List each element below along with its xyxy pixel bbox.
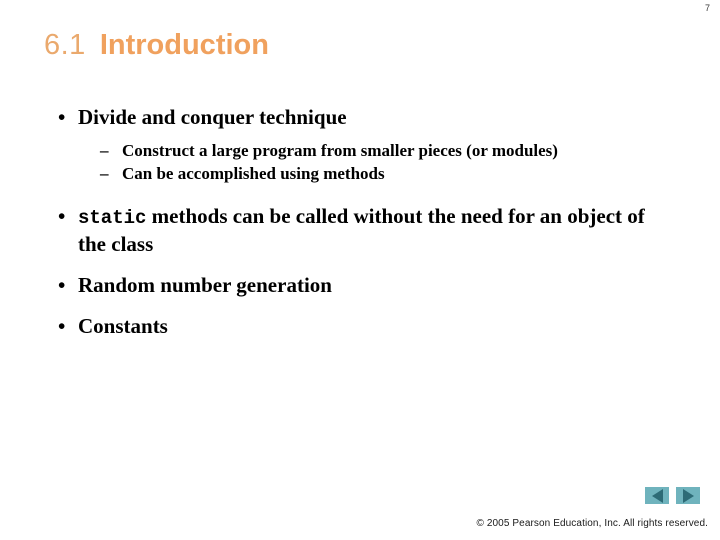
bullet-text: Constants <box>78 314 168 339</box>
bullet-item: – Construct a large program from smaller… <box>0 140 720 162</box>
previous-slide-button[interactable] <box>645 487 669 504</box>
slide-navigation <box>645 487 700 504</box>
triangle-right-icon <box>682 488 694 503</box>
bullet-marker-icon: • <box>58 204 66 229</box>
bullet-marker-icon: • <box>58 273 66 298</box>
bullet-item: • Divide and conquer technique <box>0 104 720 131</box>
code-keyword: static <box>78 207 147 230</box>
slide-title: 6.1 Introduction <box>44 29 269 62</box>
page-number: 7 <box>704 3 710 13</box>
bullet-item: • Random number generation <box>0 272 720 299</box>
title-heading-text: Introduction <box>99 29 269 61</box>
slide-body: • Divide and conquer technique – Constru… <box>0 104 720 341</box>
bullet-marker-icon: • <box>58 314 66 339</box>
dash-marker-icon: – <box>100 163 109 183</box>
bullet-text: Can be accomplished using methods <box>122 163 385 183</box>
dash-marker-icon: – <box>100 141 109 161</box>
bullet-text: Construct a large program from smaller p… <box>122 141 558 161</box>
bullet-text: Divide and conquer technique <box>78 105 347 129</box>
slide: 7 6.1 Introduction • Divide and conquer t… <box>0 0 720 540</box>
bullet-text: methods can be called without the need f… <box>78 204 645 256</box>
bullet-text: Random number generation <box>78 273 332 298</box>
bullet-item: • Constants <box>0 313 720 340</box>
copyright-notice: © 2005 Pearson Education, Inc. All right… <box>476 518 708 529</box>
bullet-item: – Can be accomplished using methods <box>0 163 720 185</box>
next-slide-button[interactable] <box>676 487 700 504</box>
bullet-item: • static methods can be called without th… <box>0 203 720 258</box>
title-section-number: 6.1 <box>44 29 86 61</box>
triangle-left-icon <box>651 488 663 503</box>
bullet-marker-icon: • <box>58 105 66 129</box>
